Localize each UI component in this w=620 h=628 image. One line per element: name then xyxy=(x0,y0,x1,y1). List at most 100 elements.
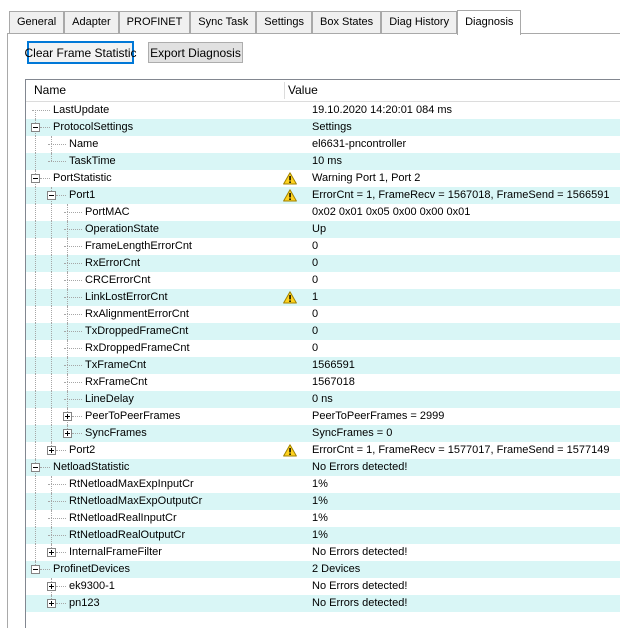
tab-general[interactable]: General xyxy=(9,11,64,33)
grid-header: Name Value xyxy=(26,80,620,102)
collapse-toggle-icon[interactable] xyxy=(47,191,56,200)
tree-row-netloadstatistic[interactable]: NetloadStatisticNo Errors detected! xyxy=(26,459,620,476)
tree-row-portstatistic[interactable]: PortStatisticWarning Port 1, Port 2 xyxy=(26,170,620,187)
tree-stub-line xyxy=(48,535,66,536)
tab-settings[interactable]: Settings xyxy=(256,11,312,33)
tree-row-rtnetloadrealoutputcr[interactable]: RtNetloadRealOutputCr1% xyxy=(26,527,620,544)
clear-frame-statistic-button[interactable]: Clear Frame Statistic xyxy=(27,41,134,64)
tree-row-port2[interactable]: Port2ErrorCnt = 1, FrameRecv = 1577017, … xyxy=(26,442,620,459)
tree-connector-top xyxy=(51,493,52,501)
tree-row-syncframes[interactable]: SyncFrames SyncFrames = 0 xyxy=(26,425,620,442)
tree-guide-line xyxy=(35,153,36,170)
tab-diag-history[interactable]: Diag History xyxy=(381,11,457,33)
warning-icon xyxy=(283,444,297,457)
tree-guide-line xyxy=(51,408,52,425)
tree-row-port1[interactable]: Port1ErrorCnt = 1, FrameRecv = 1567018, … xyxy=(26,187,620,204)
row-name: LineDelay xyxy=(85,391,134,408)
row-value: 1566591 xyxy=(312,357,355,374)
tab-box-states[interactable]: Box States xyxy=(312,11,381,33)
tree-row-rxalignmenterrorcnt[interactable]: RxAlignmentErrorCnt0 xyxy=(26,306,620,323)
tree-connector-bottom xyxy=(67,348,68,357)
tree-guide-line xyxy=(51,323,52,340)
tree-guide-line xyxy=(35,408,36,425)
expand-toggle-icon[interactable] xyxy=(63,429,72,438)
tab-sync-task[interactable]: Sync Task xyxy=(190,11,256,33)
tree-row-portmac[interactable]: PortMAC0x02 0x01 0x05 0x00 0x00 0x01 xyxy=(26,204,620,221)
tree-stub-line xyxy=(56,450,66,451)
row-name: Name xyxy=(69,136,98,153)
tree-stub-line xyxy=(72,416,82,417)
tree-row-crcerrorcnt[interactable]: CRCErrorCnt0 xyxy=(26,272,620,289)
collapse-toggle-icon[interactable] xyxy=(31,123,40,132)
tree-row-rxdroppedframecnt[interactable]: RxDroppedFrameCnt0 xyxy=(26,340,620,357)
tree-connector-top xyxy=(51,527,52,535)
tree-row-rxframecnt[interactable]: RxFrameCnt1567018 xyxy=(26,374,620,391)
row-value: No Errors detected! xyxy=(312,595,407,612)
row-value: Up xyxy=(312,221,326,238)
tree-stub-line xyxy=(64,229,82,230)
tree-guide-line xyxy=(35,187,36,204)
tree-row-txdroppedframecnt[interactable]: TxDroppedFrameCnt0 xyxy=(26,323,620,340)
tree-row-rtnetloadmaxexpoutputcr[interactable]: RtNetloadMaxExpOutputCr1% xyxy=(26,493,620,510)
tree-stub-line xyxy=(56,603,66,604)
tree-connector-top xyxy=(67,272,68,280)
tree-stub-line xyxy=(56,552,66,553)
expand-toggle-icon[interactable] xyxy=(47,599,56,608)
export-diagnosis-button[interactable]: Export Diagnosis xyxy=(148,42,243,63)
tree-guide-line xyxy=(35,493,36,510)
tree-connector-top xyxy=(51,153,52,161)
tree-row-rtnetloadrealinputcr[interactable]: RtNetloadRealInputCr1% xyxy=(26,510,620,527)
row-value: 0 xyxy=(312,323,318,340)
expand-toggle-icon[interactable] xyxy=(63,412,72,421)
row-value: el6631-pncontroller xyxy=(312,136,406,153)
tree-row-tasktime[interactable]: TaskTime10 ms xyxy=(26,153,620,170)
tree-row-pn123[interactable]: pn123No Errors detected! xyxy=(26,595,620,612)
tree-row-protocolsettings[interactable]: ProtocolSettingsSettings xyxy=(26,119,620,136)
row-name: OperationState xyxy=(85,221,159,238)
row-value: 2 Devices xyxy=(312,561,360,578)
tree-row-framelengtherrorcnt[interactable]: FrameLengthErrorCnt0 xyxy=(26,238,620,255)
collapse-toggle-icon[interactable] xyxy=(31,174,40,183)
tree-connector-bottom xyxy=(67,382,68,391)
row-name: ProtocolSettings xyxy=(53,119,133,136)
tree-connector-top xyxy=(67,255,68,263)
tree-connector-bottom xyxy=(67,297,68,306)
tree-row-peertopeerframes[interactable]: PeerToPeerFramesPeerToPeerFrames = 2999 xyxy=(26,408,620,425)
tree-row-linklosterrorcnt[interactable]: LinkLostErrorCnt1 xyxy=(26,289,620,306)
tree-row-rxerrorcnt[interactable]: RxErrorCnt0 xyxy=(26,255,620,272)
column-separator[interactable] xyxy=(284,82,285,99)
row-name: RtNetloadMaxExpInputCr xyxy=(69,476,194,493)
row-name: TaskTime xyxy=(69,153,116,170)
column-header-name[interactable]: Name xyxy=(34,80,66,101)
column-header-value[interactable]: Value xyxy=(288,80,318,101)
tree-row-txframecnt[interactable]: TxFrameCnt1566591 xyxy=(26,357,620,374)
tree-stub-line xyxy=(64,314,82,315)
expand-toggle-icon[interactable] xyxy=(47,446,56,455)
tree-guide-line xyxy=(35,255,36,272)
collapse-toggle-icon[interactable] xyxy=(31,463,40,472)
row-value: 0x02 0x01 0x05 0x00 0x00 0x01 xyxy=(312,204,470,221)
tree-stub-line xyxy=(64,246,82,247)
tree-row-rtnetloadmaxexpinputcr[interactable]: RtNetloadMaxExpInputCr1% xyxy=(26,476,620,493)
expand-toggle-icon[interactable] xyxy=(47,582,56,591)
tree-row-linedelay[interactable]: LineDelay0 ns xyxy=(26,391,620,408)
tree-stub-line xyxy=(48,501,66,502)
diagnosis-tree-grid: Name Value LastUpdate19.10.2020 14:20:01… xyxy=(25,79,620,628)
tab-adapter[interactable]: Adapter xyxy=(64,11,119,33)
tree-row-profinetdevices[interactable]: ProfinetDevices2 Devices xyxy=(26,561,620,578)
tree-row-name[interactable]: Name el6631-pncontroller xyxy=(26,136,620,153)
tab-diagnosis[interactable]: Diagnosis xyxy=(457,10,521,35)
row-value: SyncFrames = 0 xyxy=(312,425,392,442)
tree-row-operationstate[interactable]: OperationState Up xyxy=(26,221,620,238)
tree-row-internalframefilter[interactable]: InternalFrameFilterNo Errors detected! xyxy=(26,544,620,561)
tab-profinet[interactable]: PROFINET xyxy=(119,11,191,33)
tree-guide-line xyxy=(51,272,52,289)
collapse-toggle-icon[interactable] xyxy=(31,565,40,574)
row-name: SyncFrames xyxy=(85,425,147,442)
tree-row-ek9300-1[interactable]: ek9300-1No Errors detected! xyxy=(26,578,620,595)
tree-row-lastupdate[interactable]: LastUpdate19.10.2020 14:20:01 084 ms xyxy=(26,102,620,119)
tree-guide-line xyxy=(51,289,52,306)
tree-stub-line xyxy=(48,518,66,519)
expand-toggle-icon[interactable] xyxy=(47,548,56,557)
tree-stub-line xyxy=(40,178,50,179)
